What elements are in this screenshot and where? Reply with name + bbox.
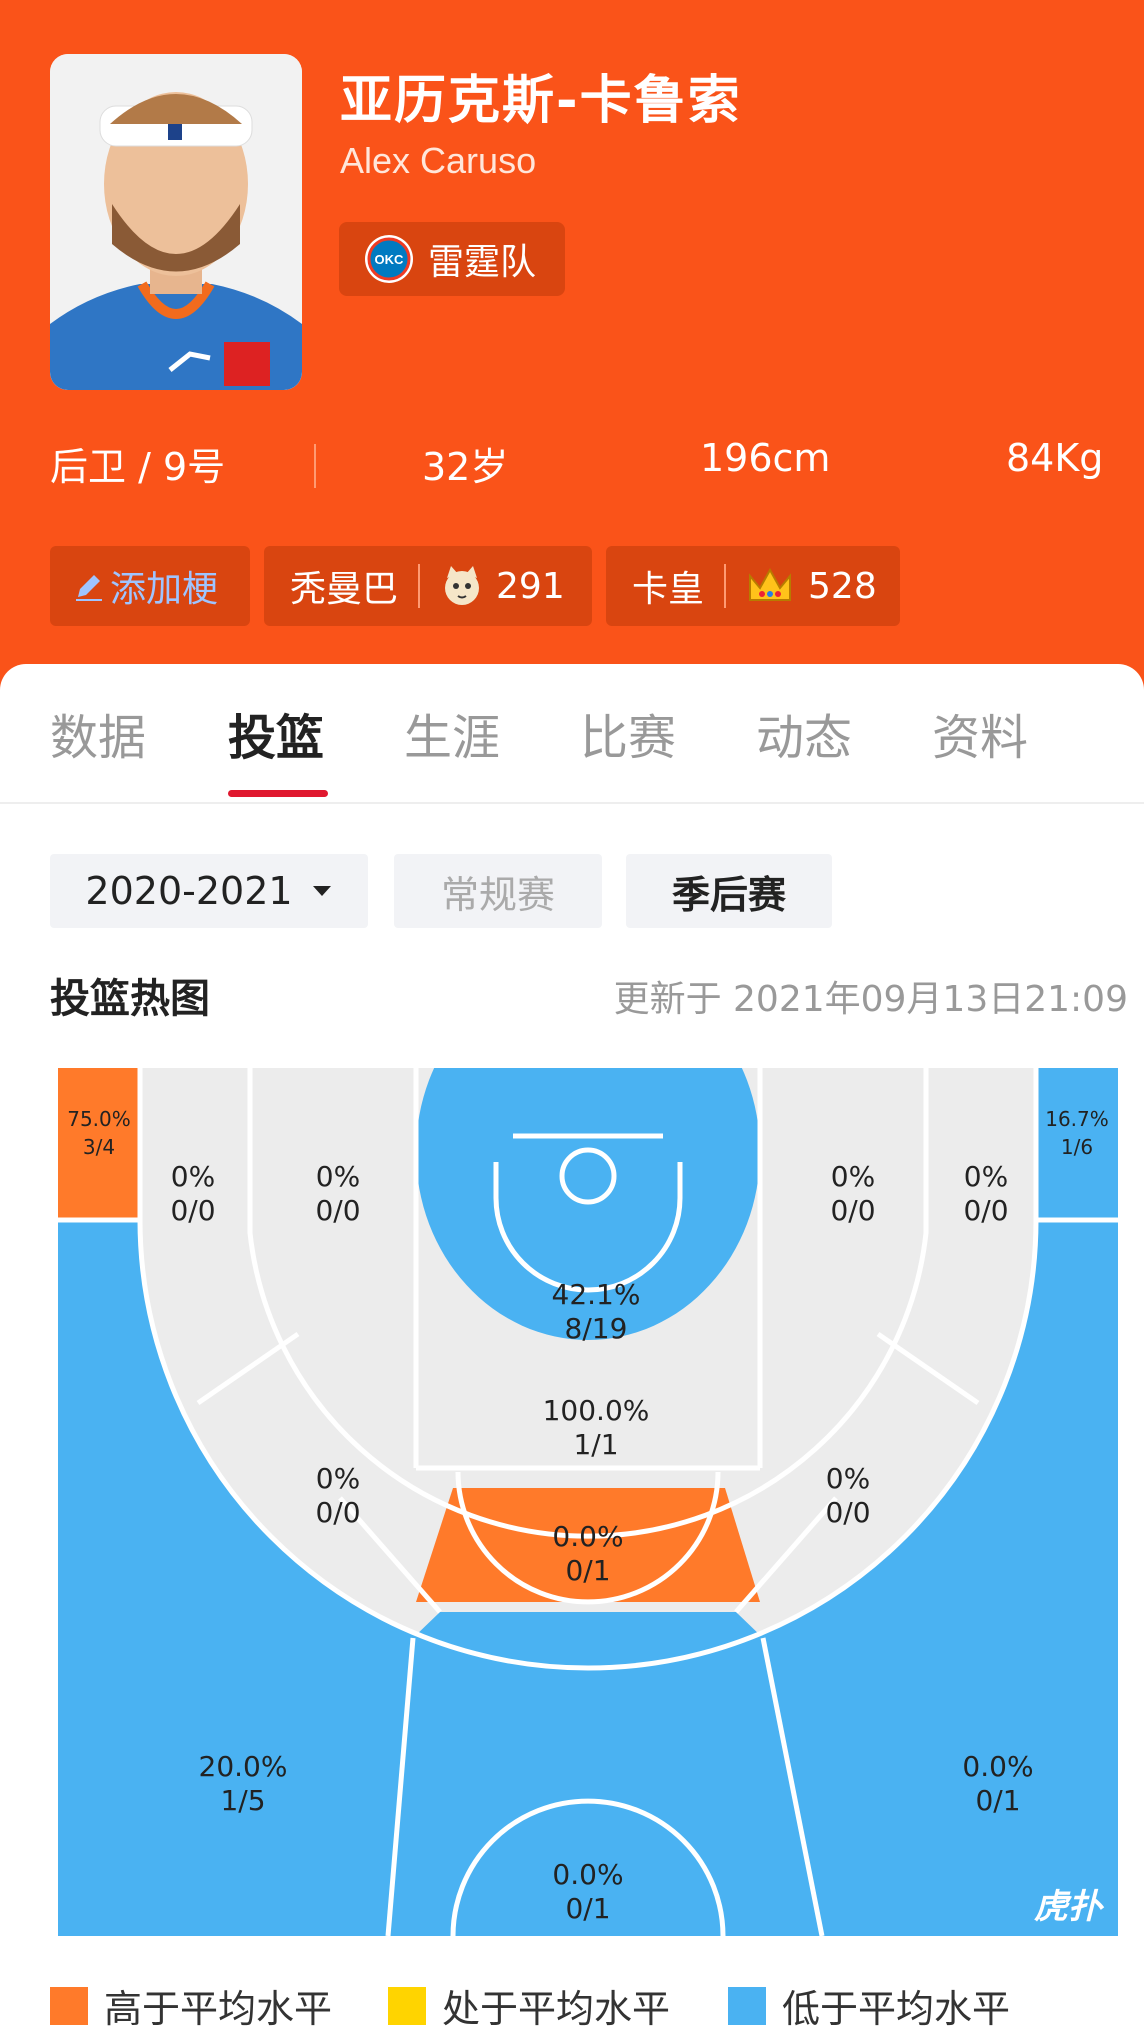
regular-season-label: 常规赛 xyxy=(440,872,555,917)
legend-label: 处于平均水平 xyxy=(442,1987,671,2031)
add-tag-label: 添加梗 xyxy=(110,569,219,610)
player-height: 196cm xyxy=(700,436,831,480)
svg-text:3/4: 3/4 xyxy=(83,1135,115,1159)
shot-heatmap: 75.0% 3/4 16.7% 1/6 0% 0/0 0% 0/0 0% 0/0… xyxy=(58,1068,1118,1936)
svg-text:1/6: 1/6 xyxy=(1061,1135,1093,1159)
svg-text:0/1: 0/1 xyxy=(975,1784,1020,1817)
svg-text:0%: 0% xyxy=(964,1160,1008,1193)
svg-text:0/1: 0/1 xyxy=(565,1554,610,1587)
season-value: 2020-2021 xyxy=(85,869,293,913)
svg-text:0%: 0% xyxy=(316,1462,360,1495)
legend-above: 高于平均水平 xyxy=(50,1978,332,2033)
meme-tag-2[interactable]: 卡皇 528 xyxy=(606,546,900,626)
crown-icon xyxy=(749,567,792,601)
tab-news[interactable]: 动态 xyxy=(756,698,852,768)
svg-text:0/0: 0/0 xyxy=(825,1496,870,1529)
playoffs-label: 季后赛 xyxy=(671,872,786,917)
svg-text:0.0%: 0.0% xyxy=(552,1858,623,1891)
svg-text:0%: 0% xyxy=(316,1160,360,1193)
svg-text:0%: 0% xyxy=(171,1160,215,1193)
svg-text:0/0: 0/0 xyxy=(170,1194,215,1227)
svg-text:OKC: OKC xyxy=(375,252,405,267)
svg-text:100.0%: 100.0% xyxy=(543,1394,650,1427)
season-dropdown[interactable]: 2020-2021 xyxy=(50,854,368,928)
add-tag-button[interactable]: 添加梗 xyxy=(50,546,250,626)
tab-data[interactable]: 数据 xyxy=(50,698,146,768)
cat-emoji-icon xyxy=(445,566,480,605)
player-header: 亚历克斯-卡鲁索 Alex Caruso OKC 雷霆队 后卫 / 9号 32岁… xyxy=(0,0,1144,690)
svg-text:0%: 0% xyxy=(831,1160,875,1193)
caret-down-icon xyxy=(312,886,331,896)
team-name: 雷霆队 xyxy=(428,242,537,283)
legend-label: 低于平均水平 xyxy=(782,1987,1011,2031)
legend-below: 低于平均水平 xyxy=(728,1978,1010,2033)
player-position: 后卫 / 9号 xyxy=(50,445,226,489)
player-age: 32岁 xyxy=(422,445,509,489)
svg-text:16.7%: 16.7% xyxy=(1045,1107,1109,1131)
heatmap-legend: 高于平均水平 处于平均水平 低于平均水平 xyxy=(0,1978,1144,2031)
svg-text:0/0: 0/0 xyxy=(963,1194,1008,1227)
team-chip[interactable]: OKC 雷霆队 xyxy=(339,222,565,296)
player-avatar xyxy=(50,54,302,390)
svg-text:0.0%: 0.0% xyxy=(962,1750,1033,1783)
meme-tag-2-label: 卡皇 xyxy=(632,569,705,610)
svg-text:0/0: 0/0 xyxy=(830,1194,875,1227)
tab-profile[interactable]: 资料 xyxy=(932,698,1028,768)
legend-swatch xyxy=(388,1986,426,2025)
player-name-en: Alex Caruso xyxy=(340,140,537,181)
heatmap-title: 投篮热图 xyxy=(50,976,210,1022)
legend-label: 高于平均水平 xyxy=(104,1987,333,2031)
tab-shooting[interactable]: 投篮 xyxy=(228,698,324,768)
divider xyxy=(418,564,421,608)
pencil-icon xyxy=(76,575,102,601)
svg-text:1/5: 1/5 xyxy=(220,1784,265,1817)
meme-tag-1-count: 291 xyxy=(496,565,565,607)
updated-time: 更新于 2021年09月13日21:09 xyxy=(613,979,1128,1020)
legend-average: 处于平均水平 xyxy=(388,1978,670,2033)
playoffs-button[interactable]: 季后赛 xyxy=(626,854,832,928)
player-name-cn: 亚历克斯-卡鲁索 xyxy=(340,71,742,131)
regular-season-button[interactable]: 常规赛 xyxy=(394,854,602,928)
svg-text:8/19: 8/19 xyxy=(565,1312,628,1345)
legend-swatch xyxy=(50,1986,88,2025)
tab-games[interactable]: 比赛 xyxy=(580,698,676,768)
divider xyxy=(724,564,727,608)
svg-text:0.0%: 0.0% xyxy=(552,1520,623,1553)
tab-career[interactable]: 生涯 xyxy=(404,698,500,768)
svg-text:42.1%: 42.1% xyxy=(552,1278,641,1311)
meme-tag-1[interactable]: 秃曼巴 291 xyxy=(264,546,592,626)
svg-text:75.0%: 75.0% xyxy=(67,1107,131,1131)
player-weight: 84Kg xyxy=(1006,436,1104,480)
svg-text:20.0%: 20.0% xyxy=(199,1750,288,1783)
svg-text:0/0: 0/0 xyxy=(315,1496,360,1529)
svg-text:0/1: 0/1 xyxy=(565,1892,610,1925)
active-tab-indicator xyxy=(228,790,328,797)
meme-tag-1-label: 秃曼巴 xyxy=(290,569,399,610)
tab-bar: 数据 投篮 生涯 比赛 动态 资料 xyxy=(0,664,1144,804)
svg-text:0%: 0% xyxy=(826,1462,870,1495)
svg-text:1/1: 1/1 xyxy=(573,1428,618,1461)
svg-text:0/0: 0/0 xyxy=(315,1194,360,1227)
team-logo-icon: OKC xyxy=(365,235,413,283)
hupu-watermark: 虎扑 xyxy=(1034,1887,1105,1927)
legend-swatch xyxy=(728,1986,766,2025)
player-info-row: 后卫 / 9号 32岁 196cm 84Kg xyxy=(0,436,1144,496)
meme-tag-2-count: 528 xyxy=(808,565,877,607)
divider xyxy=(314,444,316,488)
